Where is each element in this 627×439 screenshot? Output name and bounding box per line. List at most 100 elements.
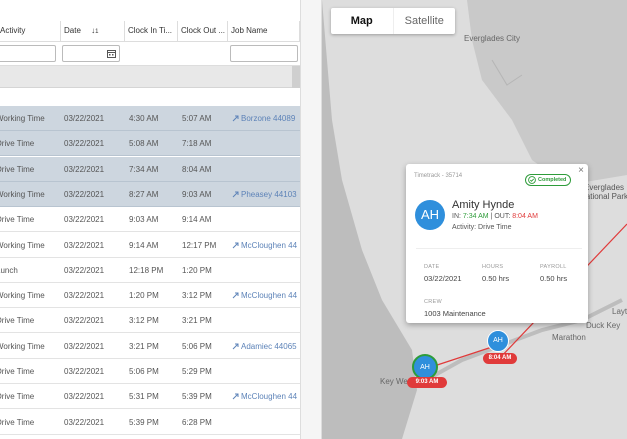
- hours-label: HOURS: [482, 264, 504, 270]
- calendar-icon[interactable]: [107, 49, 116, 58]
- table-row[interactable]: Drive Time 03/22/2021 7:34 AM 8:04 AM: [0, 156, 300, 182]
- job-name-filter-input[interactable]: [230, 45, 298, 62]
- date-cell: 03/22/2021: [64, 240, 105, 250]
- place-label-everglades-city: Everglades City: [464, 34, 521, 43]
- place-label-everglades-np: Everglades: [584, 183, 625, 192]
- employee-name: Amity Hynde: [452, 199, 515, 211]
- map-type-map-button[interactable]: Map: [331, 8, 394, 34]
- job-link-icon: [232, 292, 239, 299]
- table-row[interactable]: Drive Time 03/22/2021 3:12 PM 3:21 PM: [0, 308, 300, 334]
- popup-divider: [416, 248, 582, 249]
- clock-in-cell: 9:03 AM: [129, 215, 159, 225]
- map-type-satellite-button[interactable]: Satellite: [394, 8, 456, 34]
- column-header-clock-out[interactable]: Clock Out ...: [178, 21, 228, 41]
- map-marker-avatar[interactable]: AH: [487, 330, 509, 352]
- table-row[interactable]: Drive Time 03/22/2021 5:08 AM 7:18 AM: [0, 131, 300, 157]
- table-row[interactable]: Lunch 03/22/2021 12:18 PM 1:20 PM: [0, 257, 300, 283]
- clock-out-cell: 6:28 PM: [182, 417, 212, 427]
- vertical-scrollbar[interactable]: [292, 66, 300, 88]
- column-header-clock-in[interactable]: Clock In Ti...: [125, 21, 178, 41]
- activity-cell: Working Time: [0, 291, 45, 301]
- column-header-date[interactable]: Date ↓1: [61, 21, 125, 41]
- avatar: AH: [415, 200, 445, 230]
- clock-out-cell: 12:17 PM: [182, 240, 217, 250]
- job-name-link[interactable]: Borzone 44089: [241, 114, 295, 123]
- check-circle-icon: [528, 176, 536, 184]
- date-filter-input[interactable]: [62, 45, 120, 62]
- job-name-link[interactable]: McCloughen 44: [241, 291, 297, 300]
- clock-out-cell: 3:12 PM: [182, 291, 212, 301]
- place-label-marathon: Marathon: [552, 333, 586, 342]
- table-row[interactable]: Working Time 03/22/2021 8:27 AM 9:03 AM Phea…: [0, 181, 300, 207]
- clock-in-cell: 3:12 PM: [129, 316, 159, 326]
- job-name-link[interactable]: McCloughen 44: [241, 392, 297, 401]
- date-cell: 03/22/2021: [64, 164, 105, 174]
- clock-in-cell: 9:14 AM: [129, 240, 159, 250]
- clock-out-cell: 5:06 PM: [182, 341, 212, 351]
- activity-cell: Working Time: [0, 341, 45, 351]
- activity-cell: Drive Time: [0, 367, 35, 376]
- table-row[interactable]: Drive Time 03/22/2021 5:31 PM 5:39 PM McClou…: [0, 384, 300, 410]
- activity-cell: Working Time: [0, 240, 45, 250]
- job-name-cell[interactable]: McCloughen 44: [232, 384, 300, 409]
- job-link-icon: [232, 393, 239, 400]
- date-label: DATE: [424, 264, 440, 270]
- clock-out-cell: 7:18 AM: [182, 139, 212, 149]
- date-cell: 03/22/2021: [64, 367, 105, 376]
- table-row[interactable]: Working Time 03/22/2021 4:30 AM 5:07 AM Borz…: [0, 106, 300, 131]
- date-cell: 03/22/2021: [64, 417, 105, 427]
- job-link-icon: [232, 343, 239, 350]
- clock-in-cell: 4:30 AM: [129, 114, 159, 123]
- crew-label: CREW: [424, 299, 443, 305]
- column-header-activity[interactable]: Activity: [0, 21, 61, 41]
- clock-out-cell: 9:14 AM: [182, 215, 212, 225]
- map-marker-time-tag[interactable]: 8:04 AM: [483, 353, 517, 364]
- date-cell: 03/22/2021: [64, 189, 105, 199]
- clock-out-cell: 3:21 PM: [182, 316, 212, 326]
- table-row[interactable]: Drive Time 03/22/2021 9:03 AM 9:14 AM: [0, 207, 300, 233]
- job-name-cell[interactable]: Pheasey 44103: [232, 182, 300, 207]
- timetrack-table: Activity Date ↓1 Clock In Ti... Clock Ou…: [0, 0, 300, 439]
- timetrack-id-label: Timetrack - 35714: [414, 173, 463, 179]
- table-row[interactable]: Drive Time 03/22/2021 5:06 PM 5:29 PM: [0, 359, 300, 384]
- hours-value: 0.50 hrs: [482, 274, 510, 283]
- date-cell: 03/22/2021: [64, 215, 105, 225]
- close-icon[interactable]: ×: [578, 165, 584, 176]
- job-name-link[interactable]: Adamiec 44065: [241, 342, 297, 351]
- place-label-layton: Layto: [612, 307, 627, 316]
- clock-out-cell: 5:29 PM: [182, 367, 212, 376]
- clock-out-cell: 9:03 AM: [182, 189, 212, 199]
- timetrack-popup: Timetrack - 35714 × Completed AH Amity H…: [406, 164, 588, 323]
- split-pane-divider[interactable]: [300, 0, 322, 439]
- job-link-icon: [232, 242, 239, 248]
- map-view[interactable]: Map Satellite Everglades City Everglades…: [322, 0, 627, 439]
- clock-in-cell: 7:34 AM: [129, 164, 159, 174]
- clock-in-cell: 3:21 PM: [129, 341, 159, 351]
- clock-in-cell: 12:18 PM: [129, 265, 164, 275]
- table-row[interactable]: Working Time 03/22/2021 9:14 AM 12:17 PM McC…: [0, 232, 300, 258]
- activity-cell: Drive Time: [0, 316, 35, 326]
- clock-in-out-line: IN: 7:34 AM | OUT: 8:04 AM: [452, 213, 538, 220]
- activity-cell: Working Time: [0, 189, 45, 199]
- activity-filter-input[interactable]: [0, 45, 56, 62]
- date-cell: 03/22/2021: [64, 291, 105, 301]
- payroll-label: PAYROLL: [540, 264, 567, 270]
- job-name-link[interactable]: McCloughen 44: [241, 241, 297, 250]
- table-row[interactable]: Drive Time 03/22/2021 5:39 PM 6:28 PM: [0, 409, 300, 435]
- table-row[interactable]: Working Time 03/22/2021 3:21 PM 5:06 PM Adam…: [0, 333, 300, 359]
- sort-order-label: 1: [95, 29, 99, 35]
- activity-cell: Drive Time: [0, 164, 35, 174]
- job-name-cell[interactable]: Adamiec 44065: [232, 334, 300, 359]
- job-name-cell[interactable]: McCloughen 44: [232, 283, 300, 308]
- date-cell: 03/22/2021: [64, 341, 105, 351]
- clock-out-cell: 5:39 PM: [182, 392, 212, 402]
- table-row[interactable]: Working Time 03/22/2021 1:20 PM 3:12 PM McCl…: [0, 283, 300, 309]
- activity-cell: Working Time: [0, 114, 45, 123]
- job-name-cell[interactable]: Borzone 44089: [232, 106, 300, 131]
- column-header-job-name[interactable]: Job Name: [228, 21, 300, 41]
- job-name-cell[interactable]: McCloughen 44: [232, 233, 300, 258]
- clock-in-cell: 5:31 PM: [129, 392, 159, 402]
- clock-in-cell: 5:08 AM: [129, 139, 159, 149]
- map-marker-time-tag[interactable]: 9:03 AM: [407, 377, 447, 388]
- job-name-link[interactable]: Pheasey 44103: [241, 190, 297, 199]
